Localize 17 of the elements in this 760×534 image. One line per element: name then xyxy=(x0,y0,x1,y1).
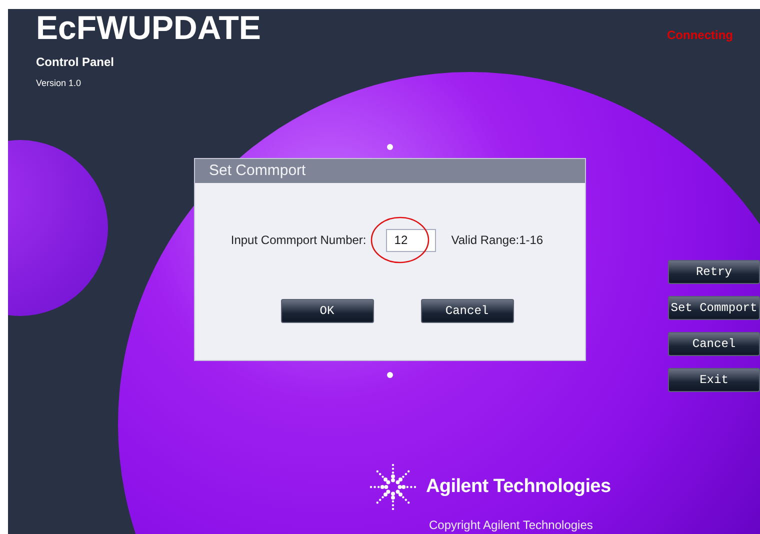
app-title: EcFWUPDATE xyxy=(36,10,261,46)
connection-status: Connecting xyxy=(667,28,733,42)
dialog-button[interactable]: Cancel xyxy=(420,299,514,323)
side-button[interactable]: Set Commport xyxy=(668,296,760,320)
version-label: Version 1.0 xyxy=(36,78,82,88)
app-subtitle: Control Panel xyxy=(36,55,114,69)
side-button[interactable]: Retry xyxy=(668,260,760,284)
side-button[interactable]: Cancel xyxy=(668,332,760,356)
range-hint: Valid Range:1-16 xyxy=(451,233,544,247)
input-field[interactable]: 12 xyxy=(386,228,436,252)
copyright-text: Copyright Agilent Technologies xyxy=(429,518,593,532)
side-button[interactable]: Exit xyxy=(668,368,760,392)
dialog-button[interactable]: OK xyxy=(280,299,374,323)
brand-name: Agilent Technologies xyxy=(426,476,611,498)
spark-logo-icon xyxy=(368,464,418,510)
field-label: Input Commport Number: xyxy=(230,233,366,247)
dialog-title: Set Commport xyxy=(195,159,585,183)
